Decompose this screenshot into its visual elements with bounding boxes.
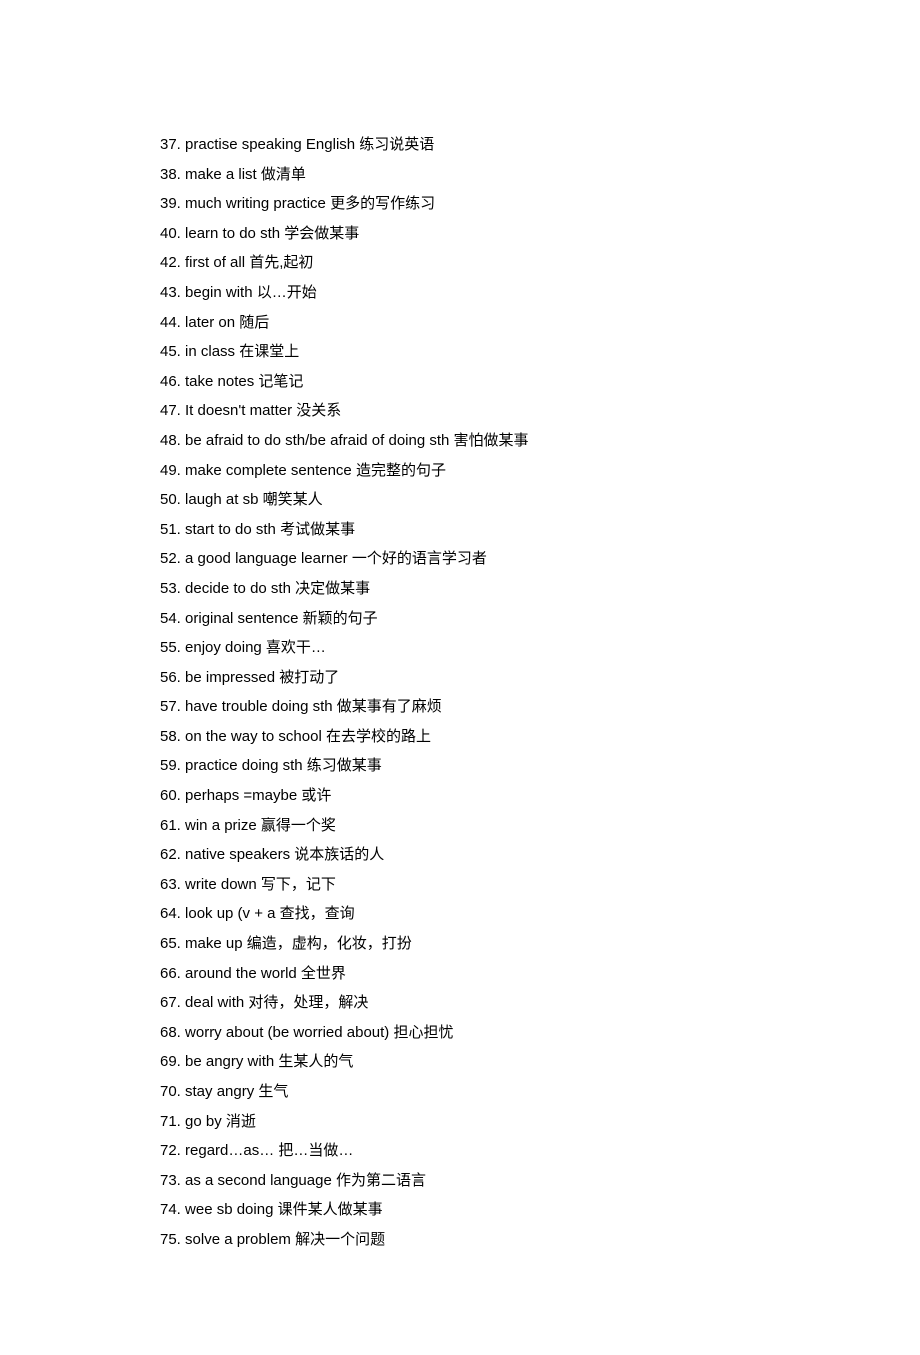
list-item: 70. stay angry 生气 [160,1077,760,1107]
list-item: 57. have trouble doing sth 做某事有了麻烦 [160,692,760,722]
list-item: 58. on the way to school 在去学校的路上 [160,722,760,752]
list-item: 60. perhaps =maybe 或许 [160,781,760,811]
list-item: 68. worry about (be worried about) 担心担忧 [160,1018,760,1048]
list-item: 55. enjoy doing 喜欢干… [160,633,760,663]
list-item: 38. make a list 做清单 [160,160,760,190]
list-item: 53. decide to do sth 决定做某事 [160,574,760,604]
list-item: 75. solve a problem 解决一个问题 [160,1225,760,1255]
phrase-list: 37. practise speaking English 练习说英语38. m… [160,130,760,1255]
list-item: 40. learn to do sth 学会做某事 [160,219,760,249]
list-item: 66. around the world 全世界 [160,959,760,989]
list-item: 50. laugh at sb 嘲笑某人 [160,485,760,515]
list-item: 71. go by 消逝 [160,1107,760,1137]
list-item: 62. native speakers 说本族话的人 [160,840,760,870]
list-item: 64. look up (v + a 查找，查询 [160,899,760,929]
list-item: 61. win a prize 赢得一个奖 [160,811,760,841]
list-item: 49. make complete sentence 造完整的句子 [160,456,760,486]
list-item: 65. make up 编造，虚构，化妆，打扮 [160,929,760,959]
list-item: 59. practice doing sth 练习做某事 [160,751,760,781]
list-item: 51. start to do sth 考试做某事 [160,515,760,545]
list-item: 48. be afraid to do sth/be afraid of doi… [160,426,760,456]
list-item: 42. first of all 首先,起初 [160,248,760,278]
list-item: 46. take notes 记笔记 [160,367,760,397]
list-item: 67. deal with 对待，处理，解决 [160,988,760,1018]
list-item: 74. wee sb doing 课件某人做某事 [160,1195,760,1225]
list-item: 73. as a second language 作为第二语言 [160,1166,760,1196]
list-item: 37. practise speaking English 练习说英语 [160,130,760,160]
list-item: 47. It doesn't matter 没关系 [160,396,760,426]
list-item: 43. begin with 以…开始 [160,278,760,308]
list-item: 39. much writing practice 更多的写作练习 [160,189,760,219]
list-item: 69. be angry with 生某人的气 [160,1047,760,1077]
list-item: 63. write down 写下，记下 [160,870,760,900]
list-item: 54. original sentence 新颖的句子 [160,604,760,634]
list-item: 45. in class 在课堂上 [160,337,760,367]
list-item: 52. a good language learner 一个好的语言学习者 [160,544,760,574]
list-item: 72. regard…as… 把…当做… [160,1136,760,1166]
document-page: 37. practise speaking English 练习说英语38. m… [0,0,920,1355]
list-item: 56. be impressed 被打动了 [160,663,760,693]
list-item: 44. later on 随后 [160,308,760,338]
